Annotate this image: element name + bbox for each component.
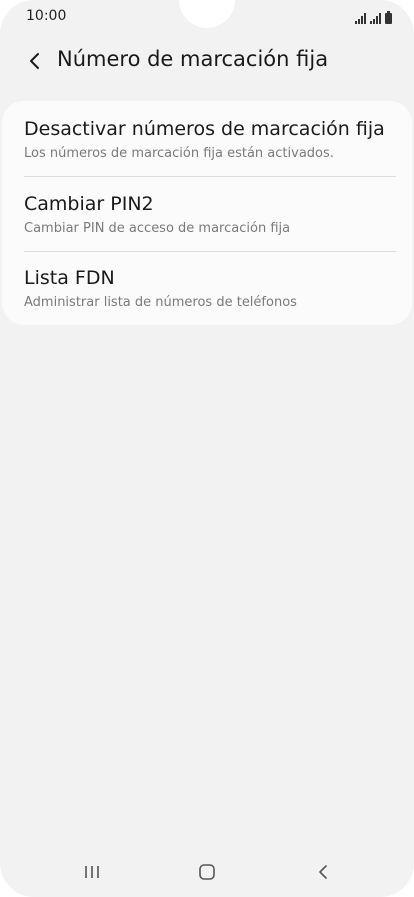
recent-apps-button[interactable] (72, 856, 112, 888)
list-item-subtitle: Los números de marcación fija están acti… (24, 146, 334, 161)
status-bar: 10:00 (0, 0, 414, 34)
list-item-fdn-list[interactable]: Lista FDN Administrar lista de números d… (2, 252, 412, 326)
app-header: Número de marcación fija (0, 42, 414, 82)
status-icons (355, 10, 392, 24)
recent-apps-icon (85, 866, 99, 878)
chevron-left-icon (30, 53, 39, 69)
list-item-disable-fdn[interactable]: Desactivar números de marcación fija Los… (2, 101, 412, 175)
list-item-subtitle: Administrar lista de números de teléfono… (24, 295, 297, 310)
phone-screen: 10:00 Número de marcación fija Desactiva… (0, 0, 414, 897)
back-icon (319, 865, 327, 879)
list-item-title: Lista FDN (24, 267, 115, 289)
camera-notch (179, 0, 235, 28)
signal-icon (370, 13, 381, 24)
signal-icon (355, 13, 366, 24)
back-button[interactable] (20, 46, 50, 76)
status-time: 10:00 (26, 8, 67, 24)
list-item-change-pin2[interactable]: Cambiar PIN2 Cambiar PIN de acceso de ma… (2, 177, 412, 251)
back-nav-button[interactable] (303, 856, 343, 888)
home-icon (199, 864, 215, 880)
page-title: Número de marcación fija (57, 47, 329, 71)
navigation-bar (0, 848, 414, 896)
list-item-title: Cambiar PIN2 (24, 193, 154, 215)
settings-card: Desactivar números de marcación fija Los… (2, 101, 412, 325)
battery-icon (385, 11, 392, 24)
list-item-title: Desactivar números de marcación fija (24, 118, 385, 140)
list-item-subtitle: Cambiar PIN de acceso de marcación fija (24, 221, 291, 236)
home-button[interactable] (187, 856, 227, 888)
